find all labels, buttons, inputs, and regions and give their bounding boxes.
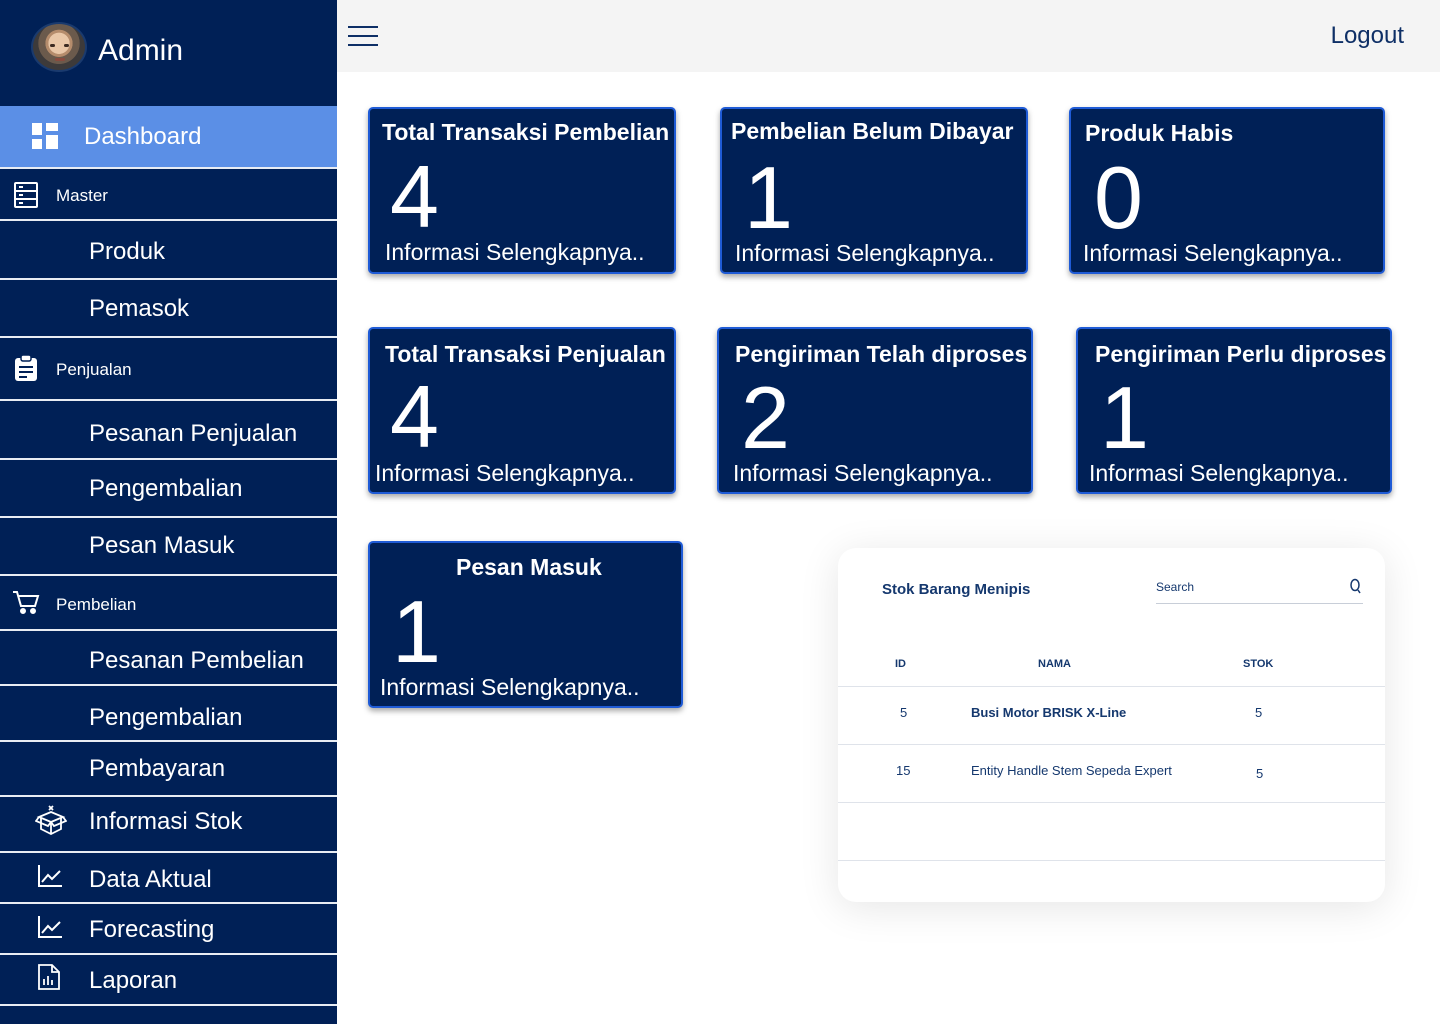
sidebar-item-informasi-stok[interactable]: Informasi Stok <box>0 797 337 853</box>
avatar-mouth <box>55 58 65 61</box>
hamburger-menu-icon[interactable] <box>348 26 378 46</box>
row-divider <box>838 802 1385 803</box>
sidebar-item-label: Forecasting <box>89 916 215 943</box>
card-title: Produk Habis <box>1085 120 1234 146</box>
card-more-link[interactable]: Informasi Selengkapnya.. <box>733 460 993 487</box>
card-value: 1 <box>392 582 441 681</box>
card-pengiriman-telah-diproses[interactable]: Pengiriman Telah diproses 2 Informasi Se… <box>717 327 1033 494</box>
cell-id: 15 <box>896 763 911 778</box>
card-more-link[interactable]: Informasi Selengkapnya.. <box>1089 460 1349 487</box>
sidebar-item-laporan[interactable]: Laporan <box>0 955 337 1006</box>
sidebar-item-label: Penjualan <box>56 360 132 379</box>
sidebar-item-label: Pesanan Pembelian <box>89 647 304 674</box>
card-total-transaksi-penjualan[interactable]: Total Transaksi Penjualan 4 Informasi Se… <box>368 327 676 494</box>
sidebar-item-label: Laporan <box>89 967 178 994</box>
sidebar: Admin Dashboard Master Produk Pemasok Pe… <box>0 0 337 1024</box>
card-more-link[interactable]: Informasi Selengkapnya.. <box>380 674 640 701</box>
sidebar-item-label: Informasi Stok <box>89 808 243 835</box>
dashboard-icon <box>31 122 59 150</box>
column-header-stok[interactable]: STOK <box>1243 658 1273 670</box>
cell-stok: 5 <box>1256 766 1264 781</box>
sidebar-item-data-aktual[interactable]: Data Aktual <box>0 853 337 904</box>
stock-table-panel: Stok Barang Menipis ID NAMA STOK 5 Busi … <box>838 548 1385 902</box>
cart-icon <box>12 588 40 616</box>
card-value: 0 <box>1094 148 1143 247</box>
card-pengiriman-perlu-diproses[interactable]: Pengiriman Perlu diproses 1 Informasi Se… <box>1076 327 1392 494</box>
card-more-link[interactable]: Informasi Selengkapnya.. <box>385 239 645 266</box>
card-title: Pesan Masuk <box>456 554 602 580</box>
avatar-eye <box>64 44 69 47</box>
sidebar-item-label: Pembelian <box>56 595 137 614</box>
avatar[interactable] <box>31 22 87 72</box>
card-produk-habis[interactable]: Produk Habis 0 Informasi Selengkapnya.. <box>1069 107 1385 274</box>
search-icon[interactable] <box>1349 578 1363 594</box>
user-name: Admin <box>98 34 184 67</box>
card-value: 4 <box>390 147 439 246</box>
card-more-link[interactable]: Informasi Selengkapnya.. <box>735 240 995 267</box>
cell-nama: Entity Handle Stem Sepeda Expert <box>971 763 1172 778</box>
card-value: 1 <box>744 148 793 247</box>
card-more-link[interactable]: Informasi Selengkapnya.. <box>375 460 635 487</box>
sidebar-item-label: Pembayaran <box>89 755 226 782</box>
search-box <box>1156 574 1363 604</box>
row-divider <box>838 744 1385 745</box>
sidebar-item-label: Pengembalian <box>89 475 243 502</box>
avatar-eye <box>50 44 55 47</box>
sidebar-item-pesanan-penjualan[interactable]: Pesanan Penjualan <box>0 401 337 460</box>
user-profile: Admin <box>0 0 337 106</box>
sidebar-item-pesan-masuk[interactable]: Pesan Masuk <box>0 518 337 576</box>
sidebar-item-label: Dashboard <box>84 123 202 150</box>
sidebar-item-pesanan-pembelian[interactable]: Pesanan Pembelian <box>0 631 337 686</box>
sidebar-item-pembayaran[interactable]: Pembayaran <box>0 742 337 797</box>
cell-id: 5 <box>900 705 908 720</box>
sidebar-item-label: Produk <box>89 238 166 265</box>
chart-line-icon <box>37 863 63 889</box>
sidebar-section-pembelian[interactable]: Pembelian <box>0 576 337 631</box>
column-header-id[interactable]: ID <box>895 658 906 670</box>
card-pembelian-belum-dibayar[interactable]: Pembelian Belum Dibayar 1 Informasi Sele… <box>720 107 1028 274</box>
sidebar-item-produk[interactable]: Produk <box>0 221 337 280</box>
card-title: Pembelian Belum Dibayar <box>731 118 1014 144</box>
sidebar-item-label: Pengembalian <box>89 704 243 731</box>
sidebar-item-label: Pesan Masuk <box>89 532 235 559</box>
sidebar-item-pengembalian-pembelian[interactable]: Pengembalian <box>0 686 337 742</box>
sidebar-item-label: Pesanan Penjualan <box>89 420 298 447</box>
top-bar: Logout <box>337 0 1440 72</box>
logout-link[interactable]: Logout <box>1331 22 1404 50</box>
cell-stok: 5 <box>1255 705 1263 720</box>
card-title: Total Transaksi Pembelian <box>382 119 670 145</box>
card-title: Pengiriman Telah diproses <box>735 341 1028 367</box>
box-icon <box>34 805 68 837</box>
card-title: Pengiriman Perlu diproses <box>1095 341 1387 367</box>
cell-nama: Busi Motor BRISK X-Line <box>971 705 1127 720</box>
row-divider <box>838 860 1385 861</box>
sidebar-item-label: Master <box>56 186 108 205</box>
card-pesan-masuk[interactable]: Pesan Masuk 1 Informasi Selengkapnya.. <box>368 541 683 708</box>
server-icon <box>12 181 40 209</box>
column-header-nama[interactable]: NAMA <box>1038 658 1071 670</box>
chart-line-icon <box>37 914 63 940</box>
sidebar-section-master[interactable]: Master <box>0 169 337 221</box>
card-title: Total Transaksi Penjualan <box>385 341 666 367</box>
sidebar-item-pemasok[interactable]: Pemasok <box>0 280 337 338</box>
sidebar-item-label: Pemasok <box>89 295 190 322</box>
sidebar-section-penjualan[interactable]: Penjualan <box>0 338 337 401</box>
row-divider <box>838 686 1385 687</box>
card-more-link[interactable]: Informasi Selengkapnya.. <box>1083 240 1343 267</box>
card-value: 2 <box>741 368 790 467</box>
card-value: 1 <box>1100 368 1149 467</box>
clipboard-icon <box>12 354 40 382</box>
sidebar-item-pengembalian-penjualan[interactable]: Pengembalian <box>0 460 337 518</box>
sidebar-item-forecasting[interactable]: Forecasting <box>0 904 337 955</box>
panel-title: Stok Barang Menipis <box>882 581 1031 598</box>
card-total-transaksi-pembelian[interactable]: Total Transaksi Pembelian 4 Informasi Se… <box>368 107 676 274</box>
report-icon <box>37 964 61 990</box>
sidebar-item-dashboard[interactable]: Dashboard <box>0 106 337 169</box>
search-input[interactable] <box>1156 576 1336 598</box>
card-value: 4 <box>390 367 439 466</box>
sidebar-item-label: Data Aktual <box>89 866 212 893</box>
